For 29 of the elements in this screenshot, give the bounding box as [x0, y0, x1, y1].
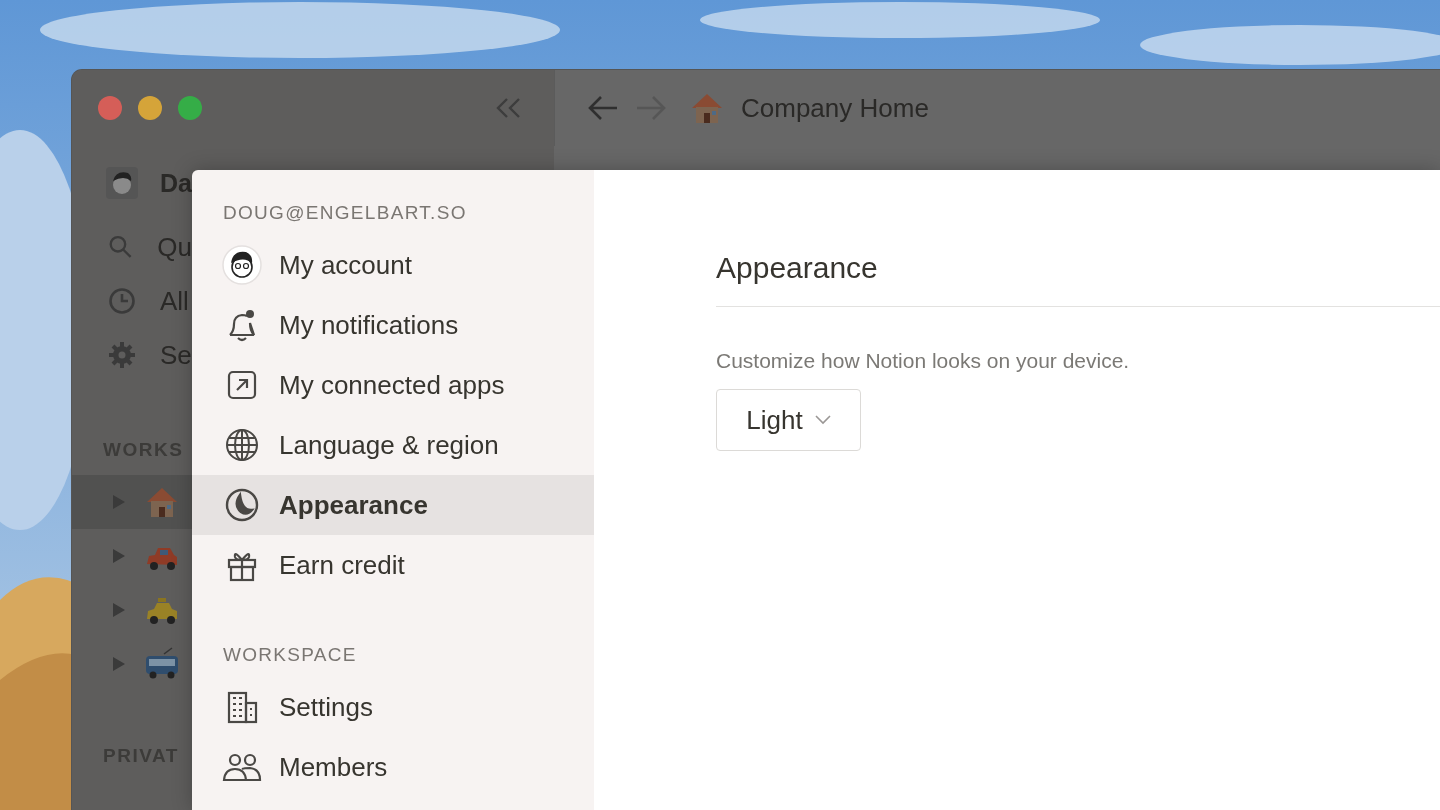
settings-menu-item[interactable]: Members	[192, 737, 594, 797]
zoom-button[interactable]	[178, 96, 202, 120]
expand-icon[interactable]	[112, 494, 126, 510]
expand-icon[interactable]	[112, 602, 126, 618]
avatar-icon	[106, 167, 138, 199]
section-label: DOUG@ENGELBART.SO	[222, 201, 468, 225]
theme-dropdown[interactable]: Light	[716, 389, 861, 451]
page-item[interactable]	[72, 475, 192, 529]
settings-menu-item[interactable]: My connected apps	[192, 355, 594, 415]
section-heading: Appearance	[716, 250, 878, 286]
settings-menu-item[interactable]: My notifications	[192, 295, 594, 355]
settings-menu-item[interactable]: Settings	[192, 677, 594, 737]
expand-icon[interactable]	[112, 548, 126, 564]
page-title: Company Home	[741, 92, 929, 124]
back-arrow-icon[interactable]	[587, 94, 619, 122]
minimize-button[interactable]	[138, 96, 162, 120]
section-label: WORKSPACE	[222, 643, 358, 667]
settings-menu-item[interactable]: My account	[192, 235, 594, 295]
description: Customize how Notion looks on your device.	[716, 348, 1130, 374]
settings-menu-item[interactable]: Earn credit	[192, 535, 594, 595]
avatar-icon	[222, 245, 262, 285]
settings-menu-item[interactable]: Language & region	[192, 415, 594, 475]
search-icon	[108, 233, 134, 261]
close-button[interactable]	[98, 96, 122, 120]
expand-icon[interactable]	[112, 656, 126, 672]
clock-icon	[108, 287, 136, 315]
settings-icon	[108, 341, 136, 369]
chevron-icon	[814, 415, 831, 425]
settings-menu-item[interactable]: Appearance	[192, 475, 594, 535]
